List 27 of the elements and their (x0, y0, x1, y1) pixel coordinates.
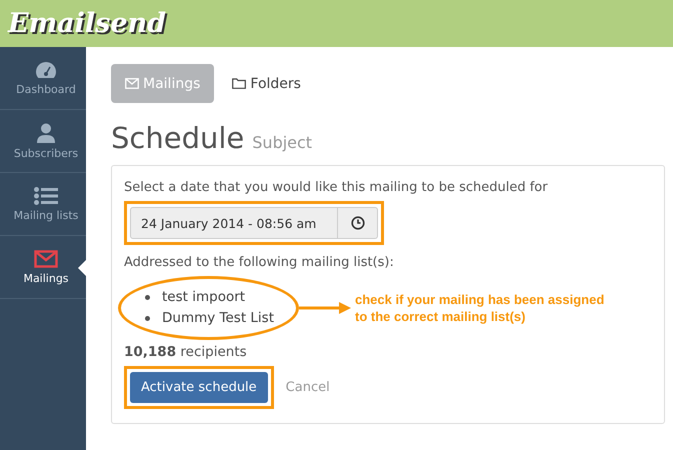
tab[interactable]: Folders (218, 64, 315, 103)
user-icon (37, 122, 55, 142)
mailing-list-item: Dummy Test List (162, 309, 274, 328)
folder-icon (232, 78, 246, 89)
recipients-count: 10,188 recipients (124, 344, 247, 360)
gauge-icon (35, 60, 57, 78)
bullet-icon (145, 316, 150, 321)
sidebar-item[interactable]: Mailings (0, 236, 86, 299)
clock-button[interactable] (338, 207, 378, 239)
annotation-text: check if your mailing has been assigned to the correct mailing list(s) (355, 291, 606, 325)
lists-label: Addressed to the following mailing list(s): (124, 255, 394, 270)
sidebar-item[interactable]: Mailing lists (0, 173, 86, 236)
envelope-icon (34, 250, 58, 268)
date-field[interactable]: 24 January 2014 - 08:56 am (130, 207, 338, 239)
page-subtitle: Subject (252, 133, 312, 152)
activate-button[interactable]: Activate schedule (130, 372, 268, 403)
page-title: Schedule (111, 121, 244, 155)
selection-pointer (78, 260, 86, 276)
mailing-list-item: test impoort (162, 288, 246, 307)
list-icon (34, 186, 58, 204)
bullet-icon (145, 295, 150, 300)
cancel-link[interactable]: Cancel (286, 380, 330, 395)
date-prompt: Select a date that you would like this mailing to be scheduled for (124, 180, 548, 195)
sidebar-item[interactable]: Dashboard (0, 47, 86, 110)
envelope-icon (125, 78, 139, 89)
sidebar-item[interactable]: Subscribers (0, 110, 86, 173)
clock-icon (350, 216, 364, 230)
